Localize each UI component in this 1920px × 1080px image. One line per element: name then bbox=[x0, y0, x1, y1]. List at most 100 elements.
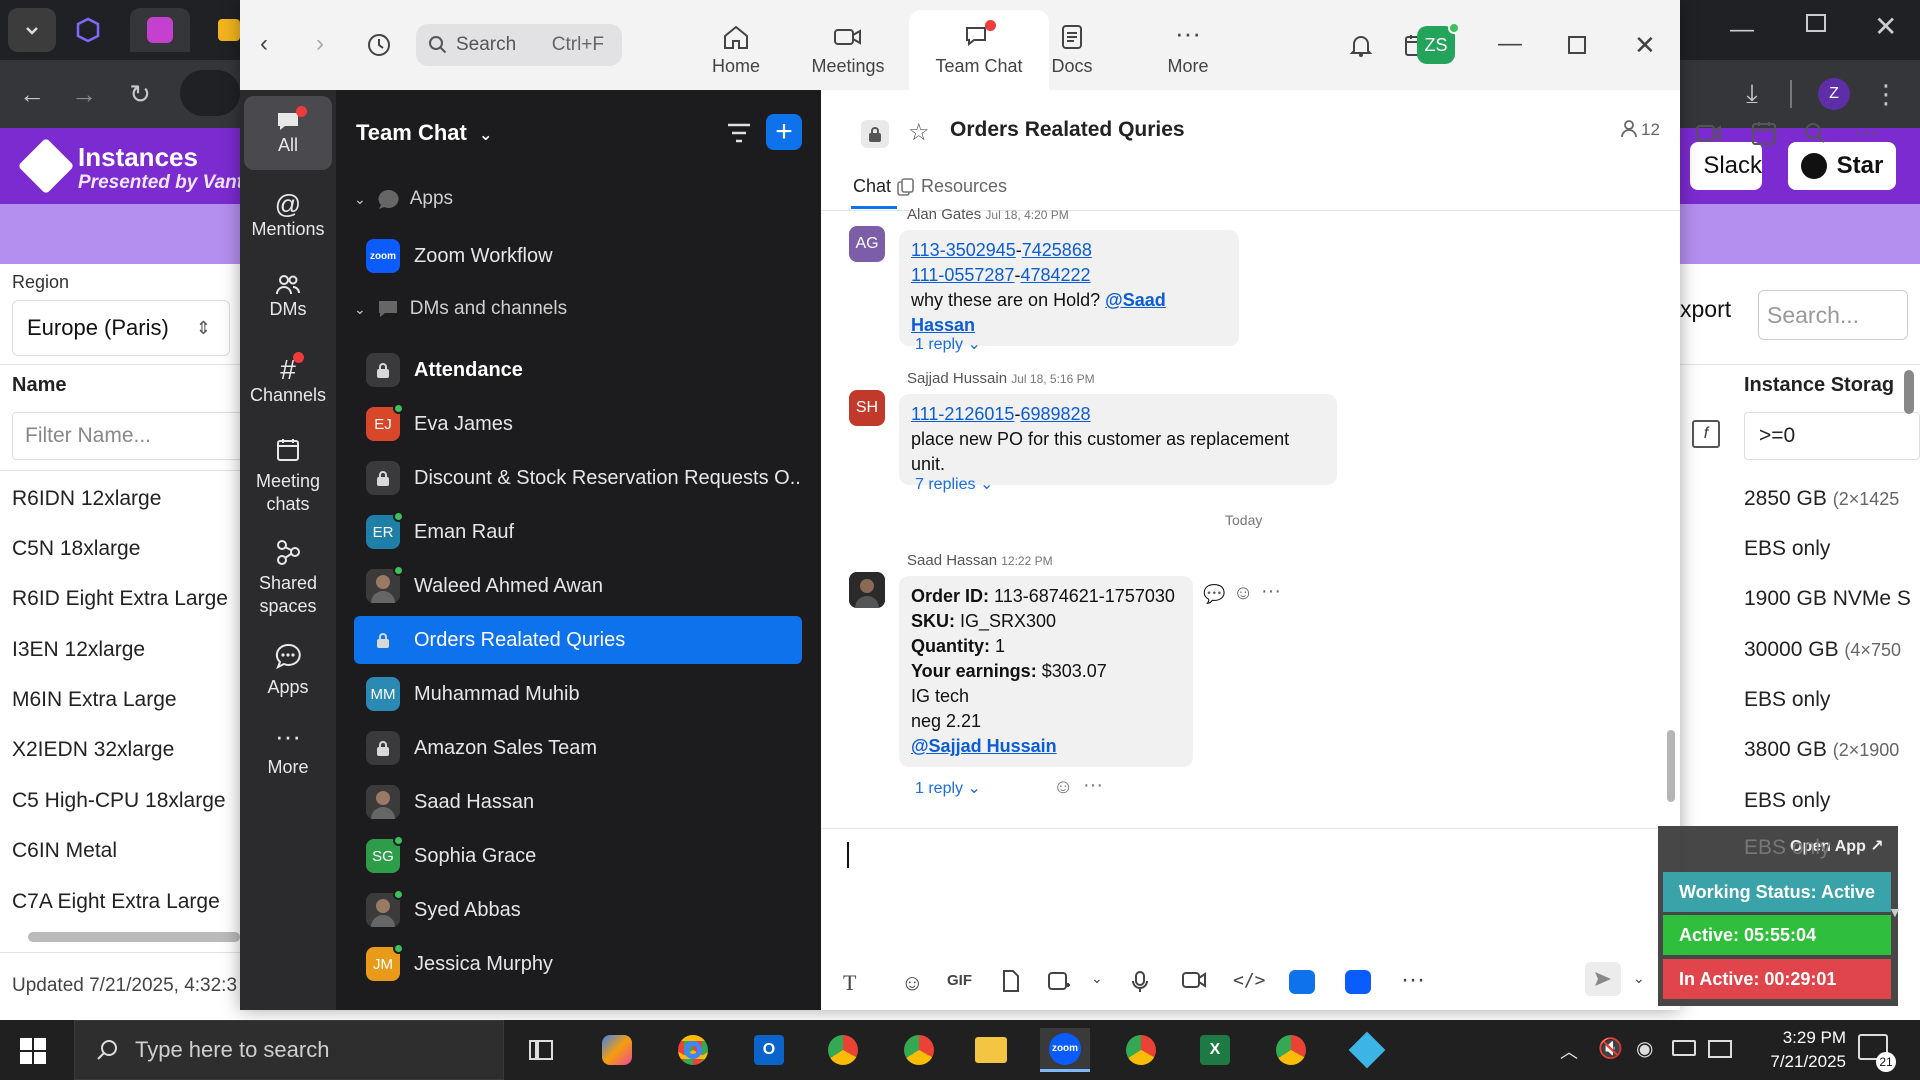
maximize-icon[interactable] bbox=[1568, 36, 1586, 54]
taskbar-search[interactable]: Type here to search bbox=[74, 1020, 504, 1080]
calendar-icon[interactable] bbox=[1751, 120, 1777, 146]
file-icon[interactable] bbox=[1001, 970, 1021, 992]
list-item[interactable]: Orders Realated Quries bbox=[354, 616, 802, 664]
scroll-down-icon[interactable]: ▼ bbox=[1888, 904, 1902, 920]
tab-chat[interactable]: Chat bbox=[853, 176, 891, 197]
list-item[interactable]: JM Jessica Murphy bbox=[354, 940, 802, 988]
more-options-icon[interactable]: ··· bbox=[1083, 774, 1103, 797]
task-view-icon[interactable] bbox=[516, 1028, 566, 1072]
row-name[interactable]: I3EN 12xlarge bbox=[12, 638, 145, 662]
avatar[interactable]: SH bbox=[849, 390, 885, 426]
zoom-app-icon[interactable] bbox=[1345, 970, 1371, 994]
new-chat-button[interactable]: + bbox=[766, 114, 802, 150]
order-link[interactable]: 113-3502945 bbox=[911, 240, 1016, 260]
browser-tab[interactable] bbox=[64, 8, 112, 52]
forward-icon[interactable]: → bbox=[64, 74, 104, 114]
list-item[interactable]: Waleed Ahmed Awan bbox=[354, 562, 802, 610]
rail-channels[interactable]: # Channels bbox=[244, 352, 332, 407]
rail-all[interactable]: All bbox=[244, 96, 332, 170]
screenshot-icon[interactable] bbox=[1047, 970, 1071, 992]
rail-more[interactable]: ··· More bbox=[244, 723, 332, 779]
list-title[interactable]: Team Chat ⌄ bbox=[356, 120, 492, 146]
row-name[interactable]: C6IN Metal bbox=[12, 839, 117, 863]
chrome-icon[interactable] bbox=[668, 1028, 718, 1072]
avatar[interactable] bbox=[849, 572, 885, 608]
list-item-zoom-workflow[interactable]: zoom Zoom Workflow bbox=[354, 232, 802, 280]
zoom-taskbar-icon[interactable]: zoom bbox=[1040, 1028, 1090, 1072]
chevron-up-icon[interactable]: ︿ bbox=[1560, 1038, 1578, 1064]
list-item[interactable]: MM Muhammad Muhib bbox=[354, 670, 802, 718]
back-icon[interactable]: ← bbox=[12, 74, 52, 114]
region-select[interactable]: Europe (Paris) ⇕ bbox=[12, 300, 230, 356]
tab-search-button[interactable] bbox=[8, 8, 56, 52]
restore-icon[interactable] bbox=[1806, 14, 1826, 32]
list-item[interactable]: Syed Abbas bbox=[354, 886, 802, 934]
forward-icon[interactable]: › bbox=[316, 30, 324, 58]
download-icon[interactable]: ⤓ bbox=[1732, 74, 1772, 114]
row-name[interactable]: C5 High-CPU 18xlarge bbox=[12, 789, 226, 813]
order-link[interactable]: 7425868 bbox=[1022, 240, 1092, 260]
bell-icon[interactable] bbox=[1348, 32, 1374, 58]
webcam-icon[interactable]: ◉ bbox=[1636, 1036, 1653, 1061]
browser-tab-active[interactable] bbox=[130, 8, 190, 52]
code-snippet-icon[interactable]: </> bbox=[1233, 970, 1266, 991]
chrome-icon[interactable] bbox=[1266, 1028, 1316, 1072]
chevron-down-icon[interactable]: ⌄ bbox=[1633, 970, 1645, 987]
video-icon[interactable] bbox=[1695, 122, 1723, 144]
app-integration-icon[interactable] bbox=[1289, 970, 1315, 994]
filter-name-input[interactable]: Filter Name... bbox=[12, 412, 242, 460]
rail-apps[interactable]: Apps bbox=[244, 642, 332, 699]
nav-more[interactable]: ··· More bbox=[1132, 10, 1244, 90]
list-item[interactable]: Amazon Sales Team bbox=[354, 724, 802, 772]
star-icon[interactable]: ☆ bbox=[908, 118, 930, 147]
network-icon[interactable] bbox=[1708, 1040, 1732, 1058]
more-options-icon[interactable]: ··· bbox=[1261, 580, 1281, 603]
replies-button[interactable]: 1 reply ⌄ bbox=[915, 778, 981, 798]
list-item[interactable]: Attendance bbox=[354, 346, 802, 394]
member-count[interactable]: 12 bbox=[1621, 120, 1660, 140]
filter-icon[interactable] bbox=[726, 122, 752, 144]
avatar[interactable]: AG bbox=[849, 226, 885, 262]
github-star-button[interactable]: Star bbox=[1788, 142, 1896, 190]
nav-meetings[interactable]: Meetings bbox=[792, 10, 904, 90]
chrome-icon[interactable] bbox=[1116, 1028, 1166, 1072]
kebab-menu-icon[interactable]: ⋮ bbox=[1866, 74, 1906, 114]
search-input[interactable]: Search... bbox=[1758, 290, 1908, 340]
chevron-down-icon[interactable]: ⌄ bbox=[1091, 970, 1103, 987]
excel-icon[interactable]: X bbox=[1190, 1028, 1240, 1072]
row-name[interactable]: X2IEDN 32xlarge bbox=[12, 738, 174, 762]
list-item[interactable]: EJ Eva James bbox=[354, 400, 802, 448]
emoji-react-icon[interactable]: ☺ bbox=[1053, 776, 1073, 799]
chrome-icon[interactable] bbox=[894, 1028, 944, 1072]
row-name[interactable]: R6ID Eight Extra Large bbox=[12, 587, 228, 611]
list-item[interactable]: Saad Hassan bbox=[354, 778, 802, 826]
rail-shared-spaces[interactable]: Shared spaces bbox=[244, 538, 332, 617]
close-icon[interactable]: ✕ bbox=[1874, 10, 1897, 43]
copilot-icon[interactable] bbox=[592, 1028, 642, 1072]
back-icon[interactable]: ‹ bbox=[260, 30, 268, 58]
reload-icon[interactable]: ↻ bbox=[120, 74, 160, 114]
rail-mentions[interactable]: @ Mentions bbox=[244, 188, 332, 241]
gif-button[interactable]: GIF bbox=[947, 972, 972, 989]
function-icon[interactable]: f bbox=[1692, 420, 1720, 448]
order-link[interactable]: 111-2126015 bbox=[911, 404, 1014, 424]
zoom-search-bar[interactable]: Search Ctrl+F bbox=[416, 24, 622, 66]
app-icon[interactable] bbox=[1342, 1028, 1392, 1072]
address-bar[interactable] bbox=[180, 70, 240, 116]
windows-start-icon[interactable] bbox=[20, 1038, 46, 1064]
order-link[interactable]: 6989828 bbox=[1020, 404, 1090, 424]
minimize-icon[interactable]: — bbox=[1498, 30, 1522, 58]
row-name[interactable]: C5N 18xlarge bbox=[12, 537, 140, 561]
order-link[interactable]: 111-0557287 bbox=[911, 265, 1014, 285]
battery-icon[interactable] bbox=[1672, 1040, 1696, 1056]
clock-time[interactable]: 3:29 PM bbox=[1750, 1028, 1846, 1048]
vertical-scrollbar[interactable] bbox=[1904, 370, 1914, 414]
rail-meeting-chats[interactable]: Meeting chats bbox=[244, 436, 332, 515]
list-item[interactable]: SG Sophia Grace bbox=[354, 832, 802, 880]
mention-link[interactable]: @Sajjad Hussain bbox=[911, 736, 1057, 756]
replies-button[interactable]: 7 replies ⌄ bbox=[915, 474, 993, 494]
profile-avatar[interactable]: Z bbox=[1818, 78, 1850, 110]
more-options-icon[interactable]: ··· bbox=[1401, 966, 1425, 994]
message-scrollbar-thumb[interactable] bbox=[1667, 730, 1675, 802]
text-format-icon[interactable]: T bbox=[843, 970, 856, 996]
